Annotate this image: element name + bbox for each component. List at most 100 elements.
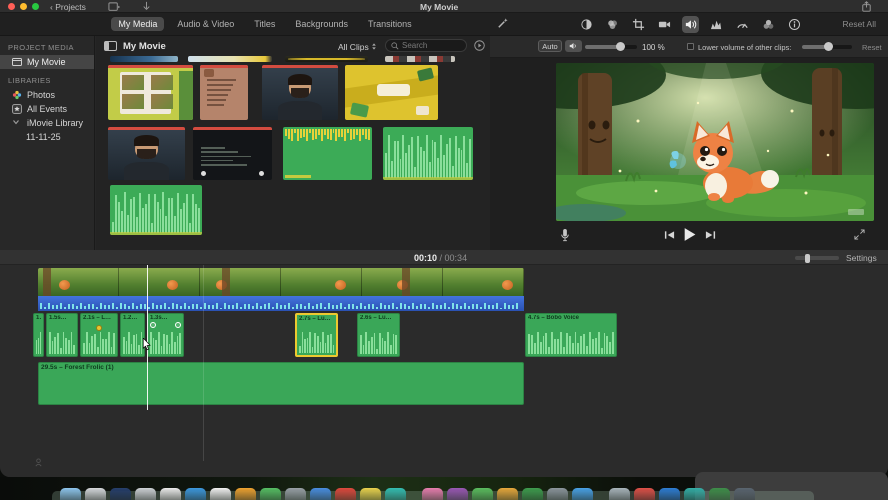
timeline-zoom-thumb[interactable]	[805, 253, 810, 263]
dock-app-icon[interactable]	[634, 488, 655, 500]
audio-clip[interactable]: 1…	[33, 313, 44, 357]
lower-volume-slider[interactable]	[802, 42, 852, 51]
zoom-window-button[interactable]	[32, 3, 39, 10]
dock-app-icon[interactable]	[385, 488, 406, 500]
video-preview[interactable]	[556, 63, 874, 221]
next-frame-button[interactable]	[705, 230, 716, 240]
audio-clip[interactable]: 2.6s – Lu…	[357, 313, 400, 357]
sidebar-toggle-icon[interactable]	[104, 41, 117, 51]
keyframe-badge[interactable]	[96, 325, 102, 331]
settings-button[interactable]: Settings	[846, 253, 877, 263]
dock-app-icon[interactable]	[422, 488, 443, 500]
media-thumb-webcam[interactable]	[108, 127, 185, 180]
audio-clip[interactable]: 1.3s…	[147, 313, 184, 357]
reset-all-button[interactable]: Reset All	[842, 19, 876, 29]
dock-app-icon[interactable]	[547, 488, 568, 500]
dock-app-icon[interactable]	[235, 488, 256, 500]
media-thumb-audio-yellow[interactable]	[283, 127, 372, 180]
media-thumb-audio-green[interactable]	[110, 185, 202, 235]
dock-app-icon[interactable]	[260, 488, 281, 500]
play-button[interactable]	[683, 227, 696, 242]
media-thumb-promo[interactable]	[345, 65, 438, 120]
share-icon[interactable]	[860, 1, 873, 12]
audio-clip[interactable]: 2.1s – L…	[80, 313, 118, 357]
voiceover-mic-icon[interactable]	[560, 228, 570, 243]
effects-icon[interactable]	[760, 16, 777, 33]
back-to-projects-button[interactable]: ‹ Projects	[50, 2, 86, 12]
stabilization-icon[interactable]	[656, 16, 673, 33]
sidebar-item-imovie-library[interactable]: iMovie Library	[0, 116, 94, 130]
fade-handle[interactable]	[150, 322, 156, 328]
color-correction-icon[interactable]	[604, 16, 621, 33]
media-thumb-webcam[interactable]	[262, 65, 338, 120]
volume-icon[interactable]	[682, 16, 699, 33]
tab-audio-video[interactable]: Audio & Video	[170, 17, 241, 31]
search-input[interactable]	[402, 41, 460, 50]
continuous-playback-icon[interactable]	[474, 40, 485, 51]
color-balance-icon[interactable]	[578, 16, 595, 33]
dock-app-icon[interactable]	[572, 488, 593, 500]
dock-app-icon[interactable]	[709, 488, 730, 500]
import-down-arrow-icon[interactable]	[140, 1, 153, 12]
sidebar-item-11-11-25[interactable]: 11-11-25	[0, 130, 94, 144]
noise-eq-icon[interactable]	[708, 16, 725, 33]
tab-my-media[interactable]: My Media	[111, 17, 165, 31]
dock-app-icon[interactable]	[60, 488, 81, 500]
media-thumb-terminal[interactable]	[193, 127, 272, 180]
dock-app-icon[interactable]	[210, 488, 231, 500]
lower-volume-checkbox[interactable]	[687, 43, 694, 50]
dock-app-icon[interactable]	[85, 488, 106, 500]
info-icon[interactable]	[786, 16, 803, 33]
dock-app-icon[interactable]	[522, 488, 543, 500]
dock-app-icon[interactable]	[497, 488, 518, 500]
search-field[interactable]	[385, 39, 467, 52]
dock-app-icon[interactable]	[472, 488, 493, 500]
media-thumb-document[interactable]	[200, 65, 248, 120]
previous-frame-button[interactable]	[664, 230, 675, 240]
volume-reset-button[interactable]: Reset	[862, 43, 882, 52]
media-thumb-strip-sky[interactable]	[188, 56, 272, 62]
tab-transitions[interactable]: Transitions	[361, 17, 419, 31]
auto-volume-button[interactable]: Auto	[538, 40, 562, 52]
fullscreen-icon[interactable]	[854, 229, 865, 240]
dock-app-icon[interactable]	[684, 488, 705, 500]
media-thumb-strip-blue[interactable]	[110, 56, 178, 62]
audio-clip[interactable]: 4.7s – Bobo Voice	[525, 313, 617, 357]
timeline-zoom-slider[interactable]	[795, 253, 839, 263]
dock-app-icon[interactable]	[360, 488, 381, 500]
media-thumb-strip-film[interactable]	[385, 56, 455, 62]
dock-app-icon[interactable]	[185, 488, 206, 500]
mute-button[interactable]	[565, 40, 582, 52]
sidebar-item-all-events[interactable]: All Events	[0, 102, 94, 116]
lower-volume-slider-thumb[interactable]	[824, 42, 833, 51]
media-thumb-strip-yellow[interactable]	[285, 56, 368, 62]
import-media-icon[interactable]	[108, 1, 121, 12]
volume-slider-thumb[interactable]	[616, 42, 625, 51]
video-clip-filmstrip[interactable]	[38, 268, 524, 296]
dock-app-icon[interactable]	[609, 488, 630, 500]
tab-backgrounds[interactable]: Backgrounds	[288, 17, 355, 31]
fade-handle[interactable]	[175, 322, 181, 328]
speed-icon[interactable]	[734, 16, 751, 33]
dock-app-icon[interactable]	[110, 488, 131, 500]
dock-app-icon[interactable]	[310, 488, 331, 500]
tab-titles[interactable]: Titles	[247, 17, 282, 31]
dock-app-icon[interactable]	[135, 488, 156, 500]
dock-app-icon[interactable]	[734, 488, 755, 500]
audio-clip[interactable]: 2.7s – Lu…	[295, 313, 338, 357]
sidebar-item-my-movie[interactable]: My Movie	[0, 55, 94, 69]
volume-slider[interactable]	[585, 42, 637, 51]
video-clip-audio-waveform[interactable]	[38, 296, 524, 311]
dock-app-icon[interactable]	[160, 488, 181, 500]
dock-app-icon[interactable]	[285, 488, 306, 500]
sidebar-item-photos[interactable]: Photos	[0, 88, 94, 102]
media-thumb-audio-green[interactable]	[383, 127, 473, 180]
clip-filter-dropdown[interactable]: All Clips	[338, 42, 377, 52]
dock-app-icon[interactable]	[447, 488, 468, 500]
close-window-button[interactable]	[8, 3, 15, 10]
enhance-wand-icon[interactable]	[496, 17, 509, 30]
dock-app-icon[interactable]	[659, 488, 680, 500]
minimize-window-button[interactable]	[20, 3, 27, 10]
audio-clip[interactable]: 1.5s…	[46, 313, 78, 357]
media-thumb-collage[interactable]	[108, 65, 193, 120]
